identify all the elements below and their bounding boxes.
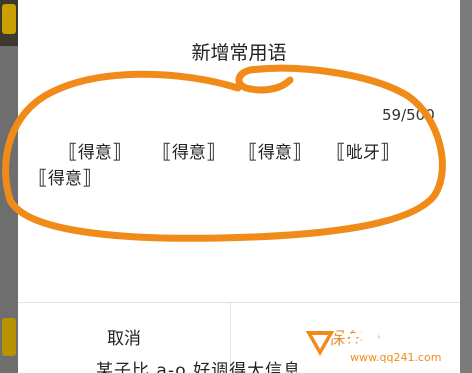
emoji-token: ⟦得意⟧ [38, 165, 92, 189]
screen: 新增常用语 59/500 ⟦得意⟧ ⟦得意⟧ ⟦得意⟧ ⟦呲牙⟧ ⟦得意⟧ 取消… [0, 0, 472, 373]
character-counter: 59/500 [382, 106, 435, 124]
phrase-input-area[interactable]: ⟦得意⟧ ⟦得意⟧ ⟦得意⟧ ⟦呲牙⟧ ⟦得意⟧ [36, 138, 446, 198]
background-app-edge [458, 0, 472, 373]
emoji-token: ⟦得意⟧ [68, 139, 122, 163]
background-app-badge [2, 318, 16, 356]
emoji-token: ⟦得意⟧ [248, 139, 302, 163]
background-app-badge [2, 4, 16, 34]
background-app-text: 某子比 a-o 好调得大信息 [96, 361, 302, 373]
emoji-token: ⟦呲牙⟧ [336, 139, 390, 163]
add-phrase-dialog: 新增常用语 59/500 ⟦得意⟧ ⟦得意⟧ ⟦得意⟧ ⟦呲牙⟧ ⟦得意⟧ 取消… [18, 0, 460, 373]
dialog-title: 新增常用语 [191, 42, 287, 64]
emoji-token: ⟦得意⟧ [162, 139, 216, 163]
